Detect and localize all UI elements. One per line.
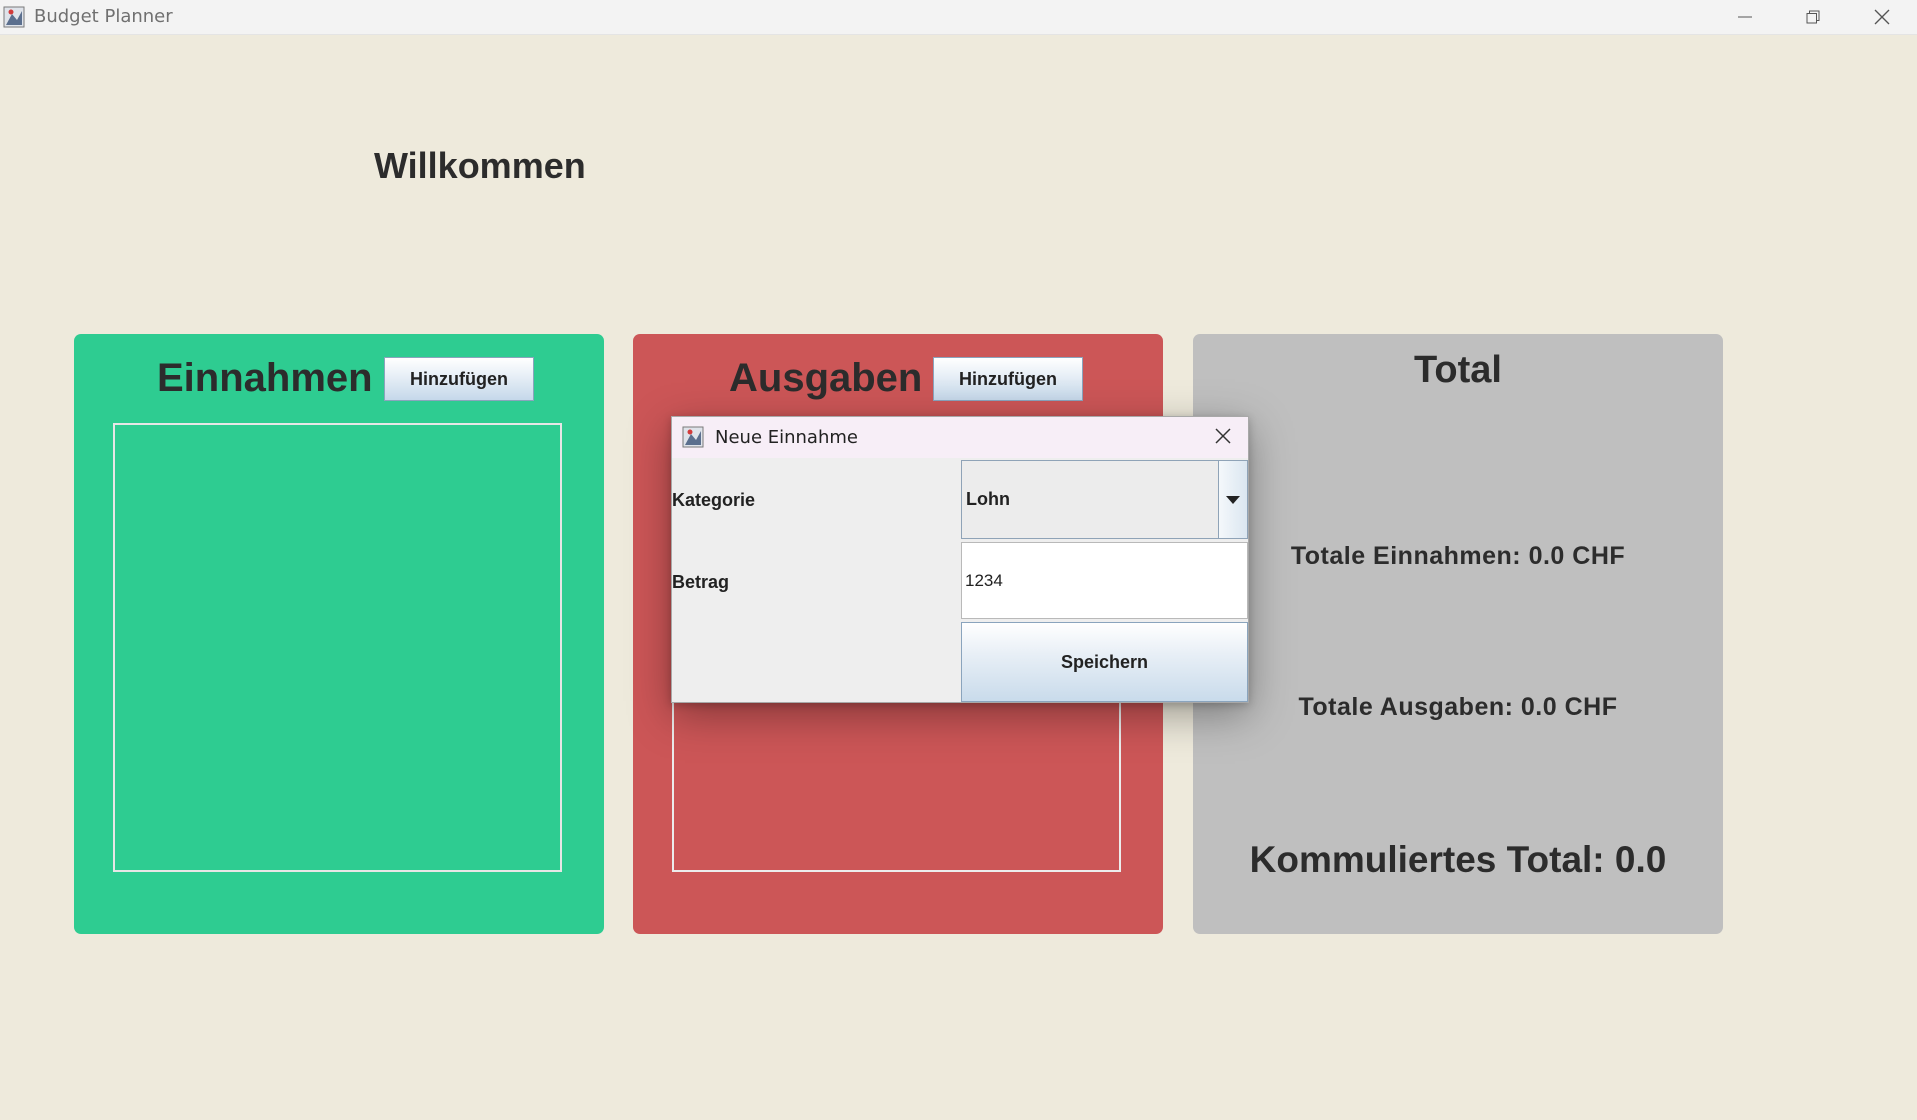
new-income-dialog: Neue Einnahme Kategorie Lohn Betrag Spei… [671,416,1249,703]
restore-icon [1805,9,1821,25]
close-button[interactable] [1847,0,1917,34]
app-icon [3,6,25,28]
amount-input[interactable] [961,542,1248,619]
welcome-heading: Willkommen [374,145,586,186]
total-income-text: Totale Einnahmen: 0.0 CHF [1290,542,1626,570]
dialog-close-button[interactable] [1206,421,1240,455]
category-label: Kategorie [672,490,756,510]
minimize-icon [1737,9,1753,25]
total-expenses-text: Totale Ausgaben: 0.0 CHF [1298,693,1618,721]
dialog-titlebar: Neue Einnahme [672,417,1248,458]
income-heading: Einnahmen [157,356,373,400]
category-selected-value: Lohn [966,489,1010,509]
income-panel: Einnahmen Hinzufügen [74,334,604,934]
dialog-title: Neue Einnahme [715,427,858,448]
cumulative-total-text: Kommuliertes Total: 0.0 [1249,839,1667,880]
total-heading: Total [1414,349,1502,391]
total-panel: Total Totale Einnahmen: 0.0 CHF Totale A… [1193,334,1723,934]
close-icon [1873,8,1891,26]
add-expense-button[interactable]: Hinzufügen [933,357,1083,401]
window-titlebar: Budget Planner [0,0,1917,35]
amount-label: Betrag [672,572,730,592]
close-icon [1214,427,1232,450]
category-select[interactable]: Lohn [961,460,1248,539]
expenses-heading: Ausgaben [729,356,923,400]
window-title: Budget Planner [34,6,173,27]
income-list[interactable] [113,423,562,872]
dropdown-arrow-icon[interactable] [1218,461,1247,538]
app-icon [682,426,704,448]
save-button[interactable]: Speichern [961,622,1248,702]
add-income-button[interactable]: Hinzufügen [384,357,534,401]
restore-button[interactable] [1778,0,1848,34]
minimize-button[interactable] [1710,0,1780,34]
